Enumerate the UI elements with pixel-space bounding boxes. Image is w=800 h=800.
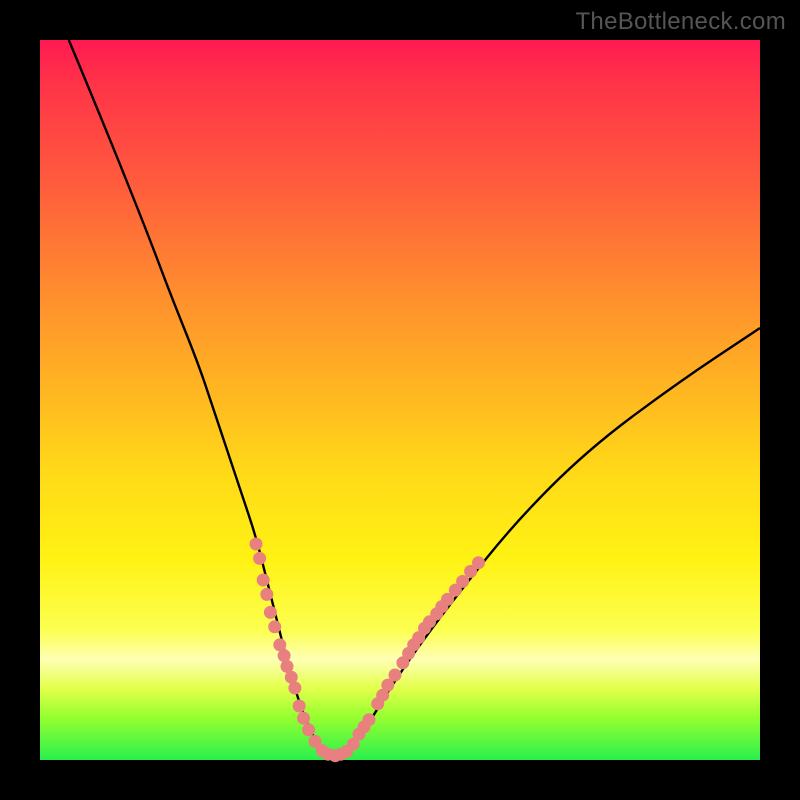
data-point xyxy=(253,552,266,565)
data-point xyxy=(389,669,402,682)
data-point xyxy=(363,713,376,726)
data-point xyxy=(302,723,315,736)
data-point xyxy=(288,682,301,695)
watermark-text: TheBottleneck.com xyxy=(575,8,786,36)
chart-frame: TheBottleneck.com xyxy=(0,0,800,800)
curve-layer xyxy=(40,40,760,760)
plot-area xyxy=(40,40,760,760)
data-point xyxy=(297,712,310,725)
data-point-markers xyxy=(250,538,486,763)
data-point xyxy=(268,620,281,633)
data-point xyxy=(257,574,270,587)
data-point xyxy=(293,700,306,713)
data-point xyxy=(264,606,277,619)
data-point xyxy=(472,556,485,569)
data-point xyxy=(260,588,273,601)
data-point xyxy=(250,538,263,551)
